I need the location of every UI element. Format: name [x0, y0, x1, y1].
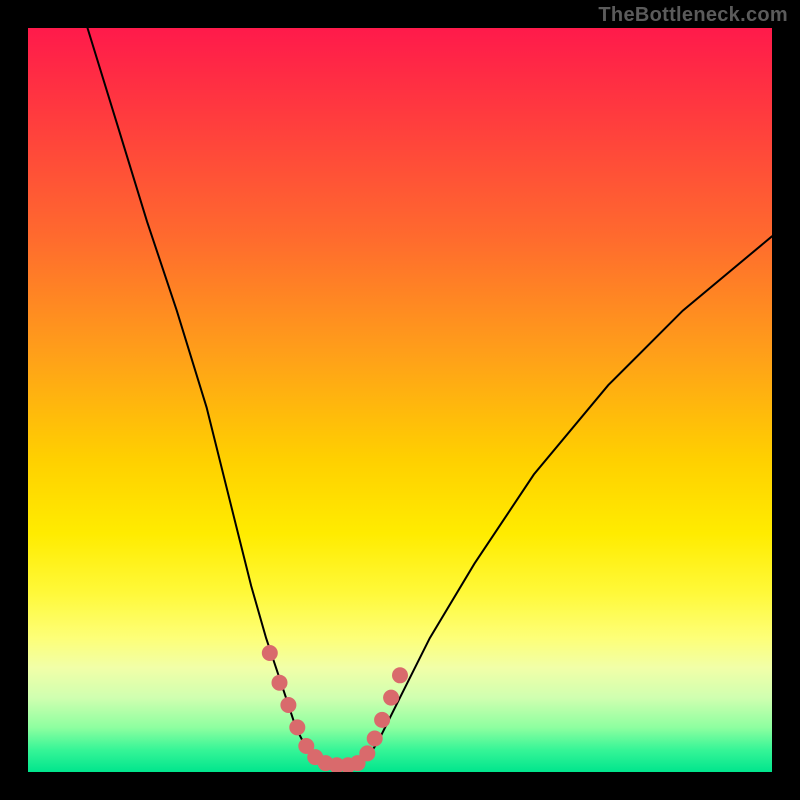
- valley-marker-dot: [367, 731, 383, 747]
- valley-marker-dot: [262, 645, 278, 661]
- valley-marker-dot: [272, 675, 288, 691]
- valley-marker-dot: [383, 690, 399, 706]
- curve-group: [88, 28, 773, 766]
- valley-marker-dot: [359, 745, 375, 761]
- valley-markers: [262, 645, 408, 772]
- valley-marker-dot: [280, 697, 296, 713]
- valley-marker-dot: [374, 712, 390, 728]
- stage: TheBottleneck.com: [0, 0, 800, 800]
- valley-marker-dot: [392, 667, 408, 683]
- curve-left-branch: [88, 28, 326, 765]
- watermark-text: TheBottleneck.com: [598, 4, 788, 27]
- chart-gradient-area: [28, 28, 772, 772]
- valley-marker-dot: [289, 719, 305, 735]
- chart-svg: [28, 28, 772, 772]
- curve-right-branch: [355, 236, 772, 764]
